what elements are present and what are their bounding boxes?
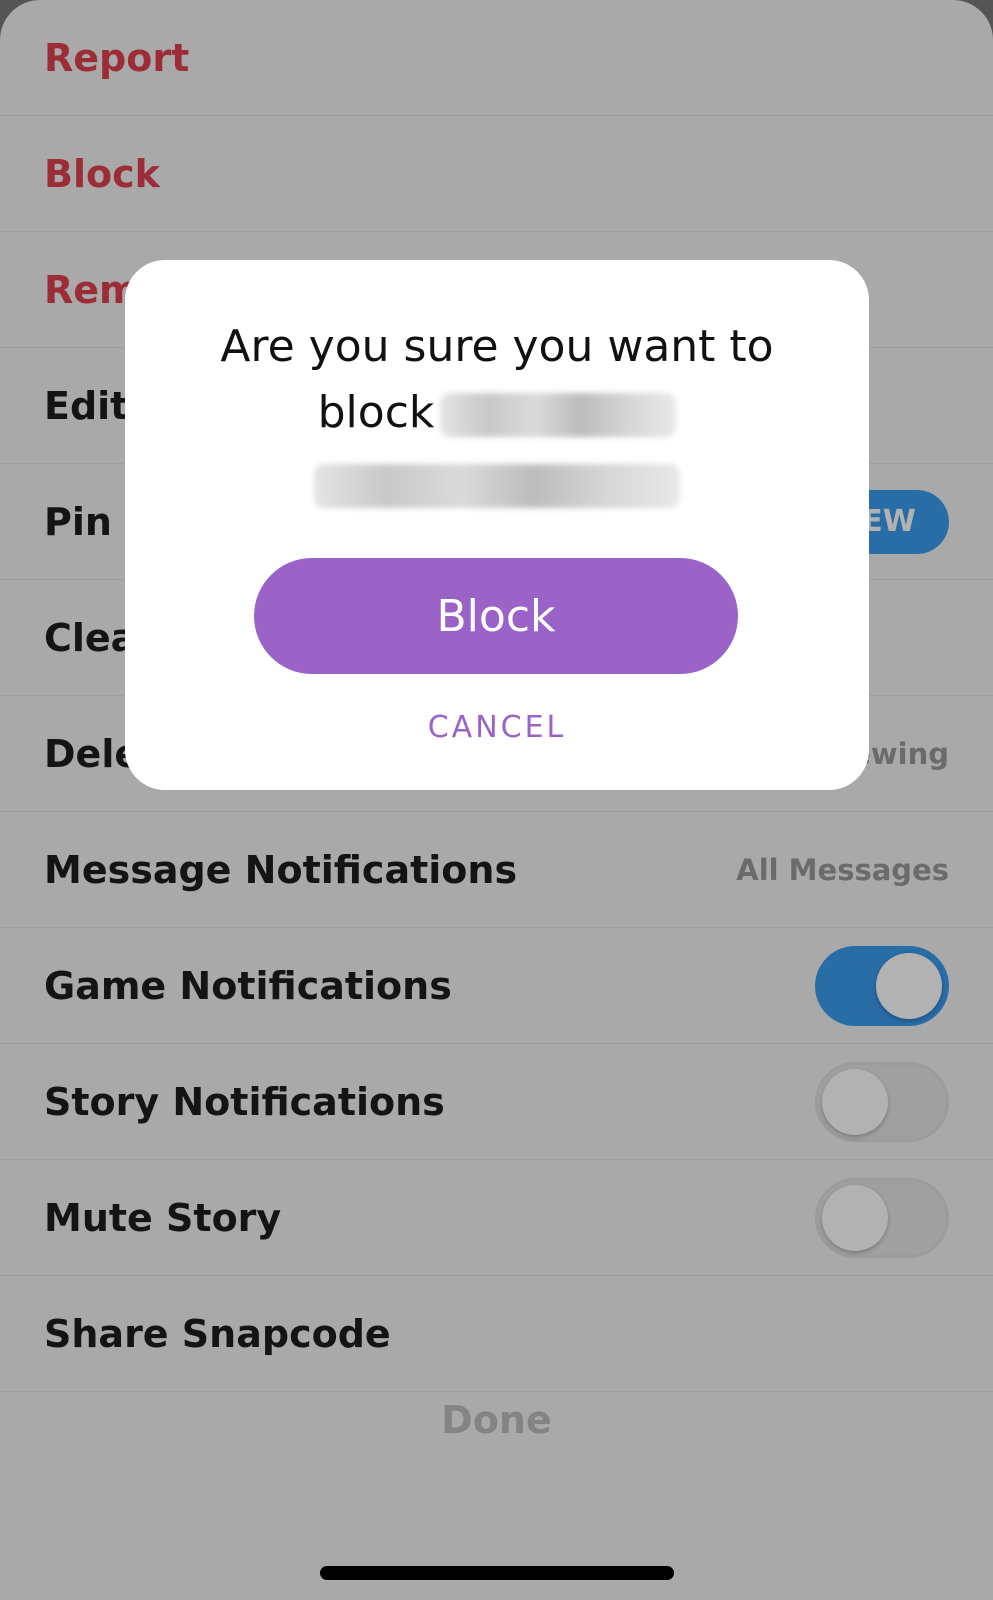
block-button[interactable]: Block (254, 558, 738, 674)
dialog-message-line2: block (165, 380, 829, 446)
block-confirm-dialog: Are you sure you want to block Block CAN… (125, 260, 869, 790)
redacted-username (440, 393, 677, 437)
dialog-message-line3 (165, 446, 829, 512)
dialog-message: Are you sure you want to block (165, 314, 829, 512)
modal-backdrop[interactable] (0, 0, 993, 1600)
dialog-message-line1: Are you sure you want to (220, 321, 774, 372)
cancel-button[interactable]: CANCEL (125, 710, 869, 745)
redacted-username (314, 464, 680, 508)
dialog-message-block-word: block (317, 387, 435, 438)
